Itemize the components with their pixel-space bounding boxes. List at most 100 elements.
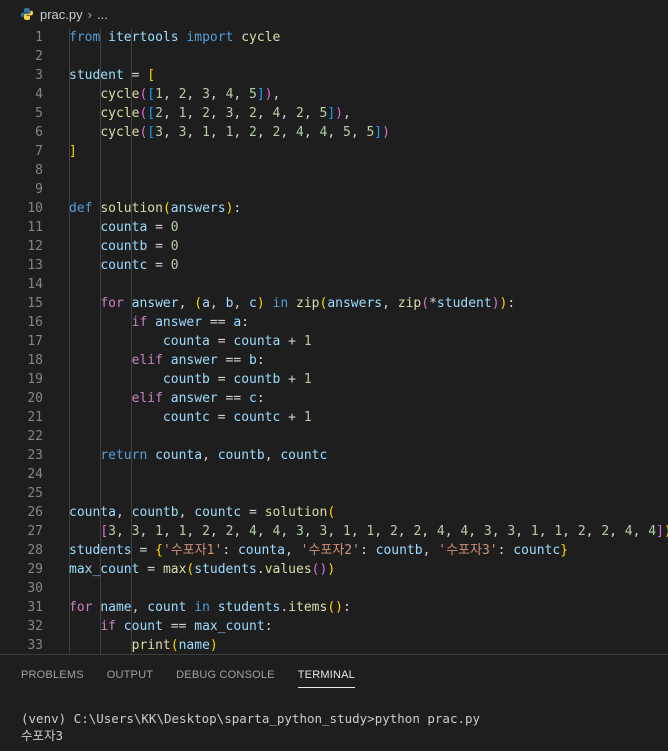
code-line[interactable]: 16 if answer == a: <box>0 313 668 332</box>
breadcrumb-file[interactable]: prac.py <box>40 7 83 22</box>
code-line[interactable]: 27 [3, 3, 1, 1, 2, 2, 4, 4, 3, 3, 1, 1, … <box>0 522 668 541</box>
line-number: 1 <box>35 30 43 45</box>
code-line[interactable]: 15 for answer, (a, b, c) in zip(answers,… <box>0 294 668 313</box>
line-number: 21 <box>27 410 43 425</box>
line-number: 28 <box>27 543 43 558</box>
code-line[interactable]: 25 <box>0 484 668 503</box>
code-text: countb = countb + 1 <box>162 372 312 387</box>
python-file-icon <box>20 7 34 21</box>
code-line[interactable]: 23 return counta, countb, countc <box>0 446 668 465</box>
code-lines[interactable]: 1 from itertools import cycle 2 3 student = … <box>0 28 668 654</box>
line-number: 29 <box>27 562 43 577</box>
code-line[interactable]: 20 elif answer == c: <box>0 389 668 408</box>
code-text: countb = 0 <box>100 239 179 254</box>
code-line[interactable]: 4 cycle([1, 2, 3, 4, 5]), <box>0 85 668 104</box>
code-line[interactable]: 22 <box>0 427 668 446</box>
line-number: 20 <box>27 391 43 406</box>
line-number: 10 <box>27 201 43 216</box>
code-text: cycle([2, 1, 2, 3, 2, 4, 2, 5]), <box>100 106 351 121</box>
code-text: elif answer == c: <box>131 391 265 406</box>
line-number: 27 <box>27 524 43 539</box>
line-number: 31 <box>27 600 43 615</box>
code-text: student = [ <box>69 68 156 83</box>
breadcrumb: prac.py › ... <box>0 0 668 28</box>
line-number: 17 <box>27 334 43 349</box>
bottom-panel: PROBLEMS OUTPUT DEBUG CONSOLE TERMINAL (… <box>0 654 668 751</box>
line-number: 24 <box>27 467 43 482</box>
line-number: 12 <box>27 239 43 254</box>
line-number: 26 <box>27 505 43 520</box>
code-line[interactable]: 8 <box>0 161 668 180</box>
line-number: 9 <box>35 182 43 197</box>
line-number: 22 <box>27 429 43 444</box>
line-number: 14 <box>27 277 43 292</box>
code-line[interactable]: 11 counta = 0 <box>0 218 668 237</box>
code-line[interactable]: 32 if count == max_count: <box>0 617 668 636</box>
code-line[interactable]: 24 <box>0 465 668 484</box>
code-text: countc = countc + 1 <box>162 410 312 425</box>
line-number: 2 <box>35 49 43 64</box>
code-text: counta, countb, countc = solution( <box>69 505 336 520</box>
code-line[interactable]: 14 <box>0 275 668 294</box>
code-editor[interactable]: 1 from itertools import cycle 2 3 student = … <box>0 28 668 654</box>
code-line[interactable]: 1 from itertools import cycle <box>0 28 668 47</box>
code-line[interactable]: 17 counta = counta + 1 <box>0 332 668 351</box>
line-number: 18 <box>27 353 43 368</box>
tab-output[interactable]: OUTPUT <box>107 661 153 689</box>
code-line[interactable]: 19 countb = countb + 1 <box>0 370 668 389</box>
code-text: if answer == a: <box>131 315 250 330</box>
code-line[interactable]: 29 max_count = max(students.values()) <box>0 560 668 579</box>
line-number: 6 <box>35 125 43 140</box>
code-text: cycle([3, 3, 1, 1, 2, 2, 4, 4, 5, 5]) <box>100 125 390 140</box>
line-number: 23 <box>27 448 43 463</box>
code-text: students = {'수포자1': counta, '수포자2': coun… <box>69 543 569 558</box>
code-line[interactable]: 31 for name, count in students.items(): <box>0 598 668 617</box>
panel-tabs: PROBLEMS OUTPUT DEBUG CONSOLE TERMINAL <box>0 655 668 695</box>
code-line[interactable]: 9 <box>0 180 668 199</box>
terminal-line: 수포자3 <box>21 728 64 743</box>
line-number: 4 <box>35 87 43 102</box>
code-line[interactable]: 2 <box>0 47 668 66</box>
terminal-output[interactable]: (venv) C:\Users\KK\Desktop\sparta_python… <box>0 695 668 744</box>
code-line[interactable]: 28 students = {'수포자1': counta, '수포자2': co… <box>0 541 668 560</box>
breadcrumb-more[interactable]: ... <box>97 7 108 22</box>
line-number: 8 <box>35 163 43 178</box>
code-text: for name, count in students.items(): <box>69 600 351 615</box>
code-line[interactable]: 6 cycle([3, 3, 1, 1, 2, 2, 4, 4, 5, 5]) <box>0 123 668 142</box>
tab-debug-console[interactable]: DEBUG CONSOLE <box>176 661 275 689</box>
code-text: from itertools import cycle <box>69 30 281 45</box>
line-number: 33 <box>27 638 43 653</box>
code-text: cycle([1, 2, 3, 4, 5]), <box>100 87 281 102</box>
code-line[interactable]: 12 countb = 0 <box>0 237 668 256</box>
code-line[interactable]: 21 countc = countc + 1 <box>0 408 668 427</box>
code-line[interactable]: 7] <box>0 142 668 161</box>
tab-terminal[interactable]: TERMINAL <box>297 661 356 689</box>
code-text: max_count = max(students.values()) <box>69 562 336 577</box>
code-text: for answer, (a, b, c) in zip(answers, zi… <box>100 296 516 311</box>
line-number: 19 <box>27 372 43 387</box>
line-number: 15 <box>27 296 43 311</box>
code-line[interactable]: 5 cycle([2, 1, 2, 3, 2, 4, 2, 5]), <box>0 104 668 123</box>
code-text: def solution(answers): <box>69 201 242 216</box>
code-line[interactable]: 13 countc = 0 <box>0 256 668 275</box>
code-text: if count == max_count: <box>100 619 273 634</box>
line-number: 30 <box>27 581 43 596</box>
line-number: 3 <box>35 68 43 83</box>
code-line[interactable]: 18 elif answer == b: <box>0 351 668 370</box>
chevron-right-icon: › <box>87 6 92 22</box>
code-text: countc = 0 <box>100 258 179 273</box>
line-number: 25 <box>27 486 43 501</box>
code-text: counta = 0 <box>100 220 179 235</box>
code-line[interactable]: 30 <box>0 579 668 598</box>
code-text: counta = counta + 1 <box>162 334 312 349</box>
line-number: 11 <box>27 220 43 235</box>
code-text: return counta, countb, countc <box>100 448 328 463</box>
tab-problems[interactable]: PROBLEMS <box>21 661 84 689</box>
code-line[interactable]: 10 def solution(answers): <box>0 199 668 218</box>
line-number: 5 <box>35 106 43 121</box>
code-line[interactable]: 33 print(name) <box>0 636 668 654</box>
code-text: elif answer == b: <box>131 353 265 368</box>
code-line[interactable]: 3 student = [ <box>0 66 668 85</box>
code-line[interactable]: 26 counta, countb, countc = solution( <box>0 503 668 522</box>
terminal-line: (venv) C:\Users\KK\Desktop\sparta_python… <box>21 711 481 726</box>
